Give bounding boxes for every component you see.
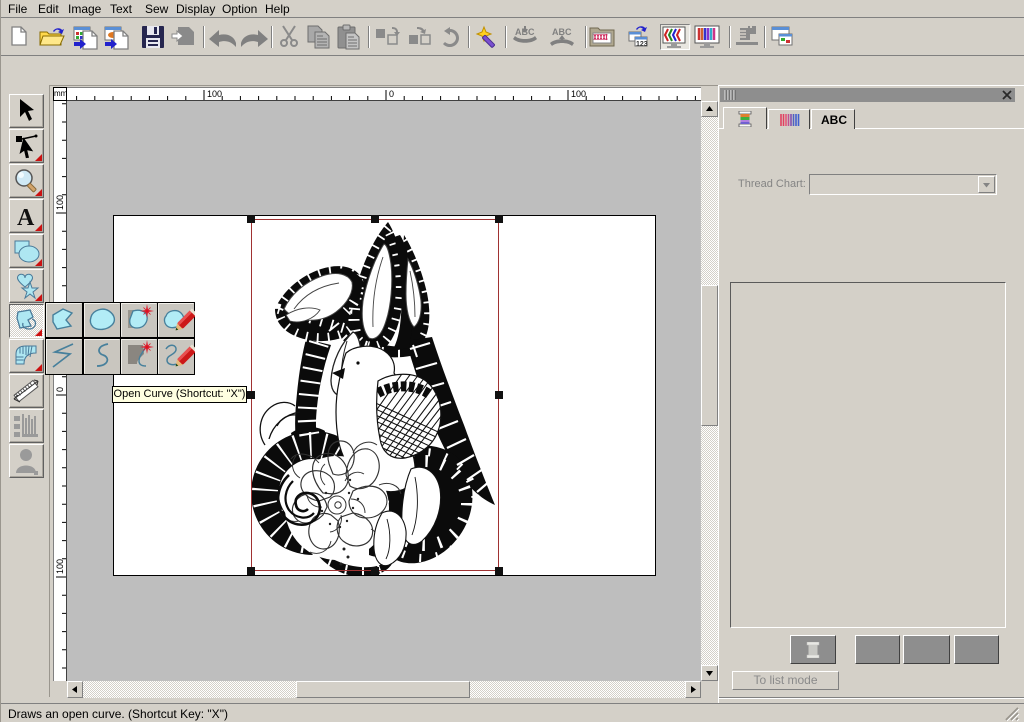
svg-text:123: 123 xyxy=(636,41,648,48)
svg-text:A: A xyxy=(17,205,35,231)
svg-text:100: 100 xyxy=(207,89,222,99)
svg-text:100: 100 xyxy=(571,89,586,99)
svg-text:0: 0 xyxy=(55,387,65,392)
svg-text:100: 100 xyxy=(55,195,65,210)
svg-text:0: 0 xyxy=(389,89,394,99)
svg-text:100: 100 xyxy=(55,559,65,574)
